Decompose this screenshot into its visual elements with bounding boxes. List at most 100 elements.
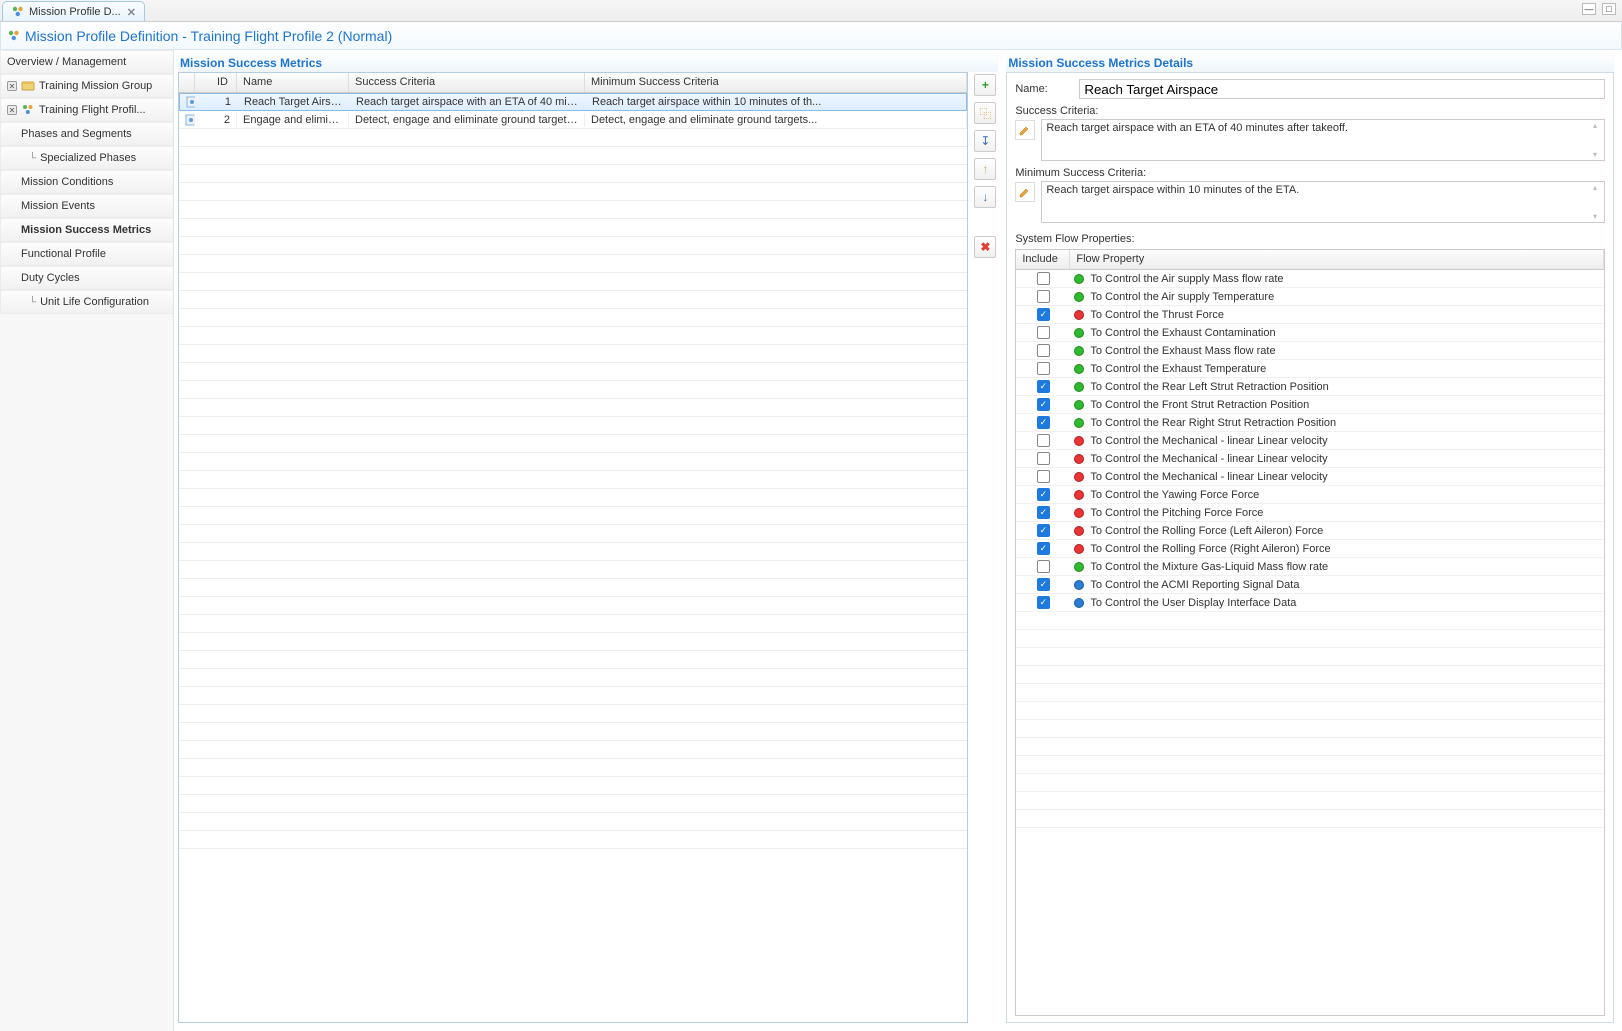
sidebar-item-label: Mission Conditions	[21, 176, 113, 188]
active-tab[interactable]: Mission Profile D... ✕	[2, 1, 145, 21]
include-checkbox[interactable]	[1037, 452, 1050, 465]
include-checkbox[interactable]	[1037, 362, 1050, 375]
include-checkbox[interactable]: ✓	[1037, 308, 1050, 321]
cell-id: 1	[196, 95, 238, 109]
flow-row[interactable]: To Control the Exhaust Temperature	[1016, 360, 1604, 378]
name-input[interactable]	[1079, 79, 1605, 99]
include-checkbox[interactable]	[1037, 470, 1050, 483]
table-row	[179, 543, 967, 561]
sidebar-item-unit-life-configuration[interactable]: └Unit Life Configuration	[0, 290, 173, 314]
sc-textarea[interactable]: Reach target airspace with an ETA of 40 …	[1041, 119, 1605, 161]
sidebar-item-overview-management[interactable]: Overview / Management	[0, 50, 173, 74]
edit-mc-button[interactable]	[1015, 182, 1035, 202]
flow-row[interactable]: To Control the Mechanical - linear Linea…	[1016, 432, 1604, 450]
tab-close-icon[interactable]: ✕	[127, 6, 136, 19]
include-checkbox[interactable]: ✓	[1037, 578, 1050, 591]
include-checkbox[interactable]: ✓	[1037, 596, 1050, 609]
cell-mc: Reach target airspace within 10 minutes …	[586, 95, 966, 109]
metrics-toolbar: + ⿻ ↧ ↑ ↓ ✖	[972, 72, 998, 1023]
status-dot-icon	[1074, 508, 1084, 518]
col-name[interactable]: Name	[237, 73, 349, 92]
flow-row[interactable]: To Control the Mechanical - linear Linea…	[1016, 468, 1604, 486]
flow-row-empty	[1016, 810, 1604, 828]
include-checkbox[interactable]: ✓	[1037, 506, 1050, 519]
move-up-button[interactable]: ↑	[974, 158, 996, 180]
flow-include-cell	[1016, 290, 1070, 303]
profile-icon	[21, 103, 35, 117]
table-row	[179, 795, 967, 813]
sidebar-item-label: Specialized Phases	[40, 152, 136, 164]
col-min-success-criteria[interactable]: Minimum Success Criteria	[585, 73, 967, 92]
table-row	[179, 291, 967, 309]
tab-label: Mission Profile D...	[29, 6, 121, 18]
cell-id: 2	[195, 113, 237, 127]
collapse-icon[interactable]: ✕	[7, 81, 17, 91]
flow-property-cell: To Control the Thrust Force	[1070, 309, 1604, 321]
flow-row[interactable]: ✓To Control the Yawing Force Force	[1016, 486, 1604, 504]
sidebar-item-mission-success-metrics[interactable]: Mission Success Metrics	[0, 218, 173, 242]
flow-row[interactable]: To Control the Air supply Mass flow rate	[1016, 270, 1604, 288]
include-checkbox[interactable]: ✓	[1037, 542, 1050, 555]
mc-scroll[interactable]: ▴▾	[1593, 183, 1603, 221]
include-checkbox[interactable]	[1037, 344, 1050, 357]
minimize-button[interactable]: —	[1582, 3, 1596, 15]
sc-scroll[interactable]: ▴▾	[1593, 121, 1603, 159]
status-dot-icon	[1074, 328, 1084, 338]
table-row	[179, 255, 967, 273]
mc-textarea[interactable]: Reach target airspace within 10 minutes …	[1041, 181, 1605, 223]
flow-row[interactable]: To Control the Air supply Temperature	[1016, 288, 1604, 306]
include-checkbox[interactable]: ✓	[1037, 416, 1050, 429]
flow-row[interactable]: To Control the Mixture Gas-Liquid Mass f…	[1016, 558, 1604, 576]
include-checkbox[interactable]: ✓	[1037, 488, 1050, 501]
import-button[interactable]: ↧	[974, 130, 996, 152]
delete-button[interactable]: ✖	[974, 236, 996, 258]
sidebar-item-functional-profile[interactable]: Functional Profile	[0, 242, 173, 266]
table-row	[179, 741, 967, 759]
sidebar-item-phases-and-segments[interactable]: Phases and Segments	[0, 122, 173, 146]
flow-row[interactable]: To Control the Exhaust Mass flow rate	[1016, 342, 1604, 360]
flow-row[interactable]: ✓To Control the Rear Right Strut Retract…	[1016, 414, 1604, 432]
include-checkbox[interactable]	[1037, 272, 1050, 285]
include-checkbox[interactable]: ✓	[1037, 380, 1050, 393]
flow-row[interactable]: To Control the Exhaust Contamination	[1016, 324, 1604, 342]
col-flow-property[interactable]: Flow Property	[1070, 250, 1604, 269]
flow-row[interactable]: ✓ To Control the Thrust Force	[1016, 306, 1604, 324]
include-checkbox[interactable]	[1037, 560, 1050, 573]
sidebar-item-mission-conditions[interactable]: Mission Conditions	[0, 170, 173, 194]
table-row[interactable]: 2Engage and eliminat...Detect, engage an…	[179, 111, 967, 129]
copy-button[interactable]: ⿻	[974, 102, 996, 124]
maximize-button[interactable]: □	[1602, 3, 1616, 15]
flow-row[interactable]: To Control the Mechanical - linear Linea…	[1016, 450, 1604, 468]
sidebar-item-mission-events[interactable]: Mission Events	[0, 194, 173, 218]
sidebar-item-specialized-phases[interactable]: └Specialized Phases	[0, 146, 173, 170]
flow-row-empty	[1016, 612, 1604, 630]
include-checkbox[interactable]	[1037, 326, 1050, 339]
table-row	[179, 687, 967, 705]
collapse-icon[interactable]: ✕	[7, 105, 17, 115]
sidebar-item-training-mission-group[interactable]: ✕Training Mission Group	[0, 74, 173, 98]
col-success-criteria[interactable]: Success Criteria	[349, 73, 585, 92]
flow-row-empty	[1016, 648, 1604, 666]
include-checkbox[interactable]: ✓	[1037, 398, 1050, 411]
edit-sc-button[interactable]	[1015, 120, 1035, 140]
flow-row[interactable]: ✓To Control the ACMI Reporting Signal Da…	[1016, 576, 1604, 594]
table-row	[179, 633, 967, 651]
add-button[interactable]: +	[974, 74, 996, 96]
flow-row[interactable]: ✓To Control the Pitching Force Force	[1016, 504, 1604, 522]
flow-row[interactable]: ✓To Control the Rear Left Strut Retracti…	[1016, 378, 1604, 396]
include-checkbox[interactable]	[1037, 290, 1050, 303]
flow-row[interactable]: ✓To Control the Front Strut Retraction P…	[1016, 396, 1604, 414]
include-checkbox[interactable]	[1037, 434, 1050, 447]
flow-row-empty	[1016, 702, 1604, 720]
flow-row[interactable]: ✓To Control the Rolling Force (Right Ail…	[1016, 540, 1604, 558]
flow-row[interactable]: ✓To Control the Rolling Force (Left Aile…	[1016, 522, 1604, 540]
flow-row[interactable]: ✓To Control the User Display Interface D…	[1016, 594, 1604, 612]
move-down-button[interactable]: ↓	[974, 186, 996, 208]
col-include[interactable]: Include	[1016, 250, 1070, 269]
table-row[interactable]: 1Reach Target Airspa...Reach target airs…	[179, 93, 967, 111]
row-icon	[179, 113, 195, 127]
include-checkbox[interactable]: ✓	[1037, 524, 1050, 537]
col-id[interactable]: ID	[195, 73, 237, 92]
sidebar-item-training-flight-profil[interactable]: ✕Training Flight Profil...	[0, 98, 173, 122]
sidebar-item-duty-cycles[interactable]: Duty Cycles	[0, 266, 173, 290]
